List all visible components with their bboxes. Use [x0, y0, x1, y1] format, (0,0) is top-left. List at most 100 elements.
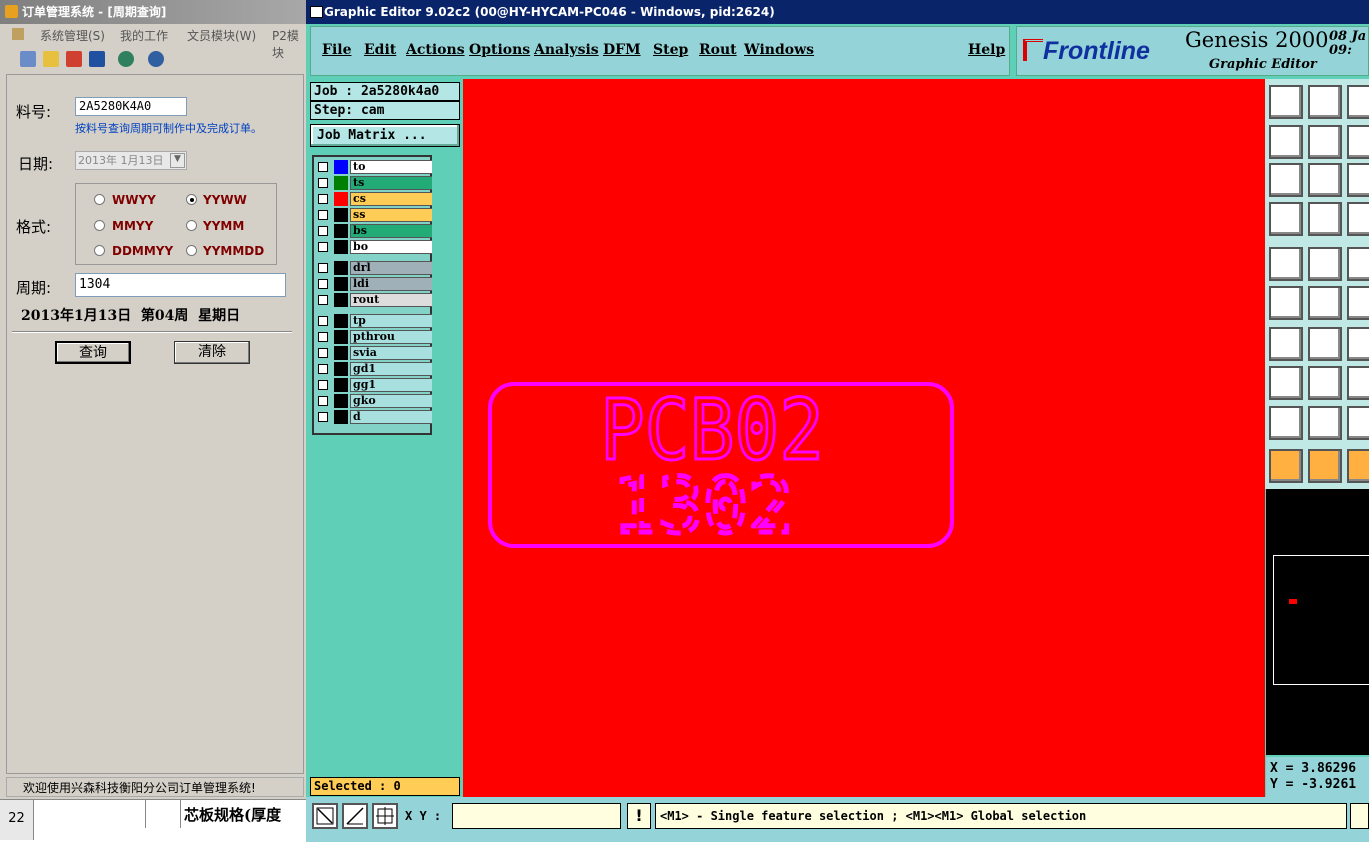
layer-name[interactable]: pthrou — [350, 330, 434, 344]
layer-name[interactable]: gd1 — [350, 362, 434, 376]
layer-name[interactable]: bs — [350, 224, 434, 238]
layer-row-drl[interactable]: drl — [316, 261, 434, 275]
layer-name[interactable]: drl — [350, 261, 434, 275]
layer-row-gko[interactable]: gko — [316, 394, 434, 408]
link-icon[interactable] — [1347, 286, 1369, 320]
layer-row-bo[interactable]: bo — [316, 240, 434, 254]
xy-input[interactable] — [452, 803, 621, 829]
measure-icon[interactable] — [342, 803, 368, 829]
menu-step[interactable]: Step — [653, 42, 688, 58]
job-matrix-button[interactable]: Job Matrix ... — [310, 124, 460, 147]
layer-checkbox[interactable] — [318, 380, 328, 390]
zoom-out-icon[interactable] — [1308, 125, 1342, 159]
arc-icon[interactable] — [1347, 327, 1369, 361]
menu-dfm[interactable]: DFM — [603, 42, 641, 58]
grid-snap-icon[interactable] — [372, 803, 398, 829]
layer-checkbox[interactable] — [318, 226, 328, 236]
layer-checkbox[interactable] — [318, 194, 328, 204]
pad-add-icon[interactable] — [1269, 366, 1303, 400]
layer-checkbox[interactable] — [318, 242, 328, 252]
menu-windows[interactable]: Windows — [744, 42, 814, 58]
graphic-canvas[interactable]: PCB02 1302 — [463, 79, 1265, 797]
diagonal-icon[interactable] — [1308, 327, 1342, 361]
cut-icon[interactable] — [1269, 202, 1303, 236]
overview-map[interactable] — [1266, 489, 1369, 755]
layer-row-ts[interactable]: ts — [316, 176, 434, 190]
folder-icon[interactable] — [43, 51, 59, 67]
layer-checkbox[interactable] — [318, 162, 328, 172]
layer-checkbox[interactable] — [318, 364, 328, 374]
layer-name[interactable]: ts — [350, 176, 434, 190]
export-icon[interactable] — [1347, 85, 1369, 119]
layer-checkbox[interactable] — [318, 210, 328, 220]
cross-icon[interactable] — [1308, 286, 1342, 320]
no-select-icon[interactable] — [1347, 449, 1369, 483]
radio-yymmdd[interactable] — [186, 245, 197, 256]
layer-name[interactable]: rout — [350, 293, 434, 307]
chevron-down-icon[interactable]: ▼ — [170, 153, 185, 168]
zoom-in-icon[interactable] — [1269, 125, 1303, 159]
select-icon[interactable] — [1269, 449, 1303, 483]
select-box-icon[interactable] — [1308, 449, 1342, 483]
layer-name[interactable]: to — [350, 160, 434, 174]
layer-row-ldi[interactable]: ldi — [316, 277, 434, 291]
clear-button[interactable]: 清除 — [174, 341, 250, 364]
grid-icon[interactable] — [1308, 202, 1342, 236]
layer-name[interactable]: ss — [350, 208, 434, 222]
query-button[interactable]: 查询 — [55, 341, 131, 364]
route-icon[interactable] — [1347, 202, 1369, 236]
zoom-window-icon[interactable] — [312, 803, 338, 829]
layer-checkbox[interactable] — [318, 263, 328, 273]
menu-system[interactable]: 系统管理(S) — [40, 27, 105, 44]
layer-checkbox[interactable] — [318, 396, 328, 406]
line-icon[interactable] — [1269, 327, 1303, 361]
layer-checkbox[interactable] — [318, 178, 328, 188]
layer-row-ss[interactable]: ss — [316, 208, 434, 222]
layer-row-rout[interactable]: rout — [316, 293, 434, 307]
fit-icon[interactable] — [1269, 163, 1303, 197]
layer-name[interactable]: bo — [350, 240, 434, 254]
layer-row-svia[interactable]: svia — [316, 346, 434, 360]
layer-row-gd1[interactable]: gd1 — [316, 362, 434, 376]
shape-icon[interactable] — [1308, 247, 1342, 281]
layer-row-cs[interactable]: cs — [316, 192, 434, 206]
menu-actions[interactable]: Actions — [406, 42, 465, 58]
alert-icon[interactable]: ! — [627, 803, 651, 829]
layer-row-tp[interactable]: tp — [316, 314, 434, 328]
radio-mmyy[interactable] — [94, 220, 105, 231]
layer-row-d[interactable]: d — [316, 410, 434, 424]
layer-name[interactable]: gko — [350, 394, 434, 408]
menu-help[interactable]: Help — [968, 42, 1005, 58]
net-icon[interactable] — [1269, 286, 1303, 320]
menu-clerk[interactable]: 文员模块(W) — [187, 27, 256, 44]
layer-checkbox[interactable] — [318, 295, 328, 305]
radio-yymm[interactable] — [186, 220, 197, 231]
layer-name[interactable]: svia — [350, 346, 434, 360]
layer-name[interactable]: d — [350, 410, 434, 424]
pan-icon[interactable] — [1308, 163, 1342, 197]
layer-name[interactable]: ldi — [350, 277, 434, 291]
menu-my-work[interactable]: 我的工作 — [120, 27, 168, 44]
sheet-cell[interactable] — [145, 800, 181, 828]
menu-edit[interactable]: Edit — [364, 42, 396, 58]
layer-row-gg1[interactable]: gg1 — [316, 378, 434, 392]
radio-ddmmyy[interactable] — [94, 245, 105, 256]
scale-icon[interactable] — [1347, 163, 1369, 197]
chart-icon[interactable] — [66, 51, 82, 67]
layer-name[interactable]: cs — [350, 192, 434, 206]
import-icon[interactable] — [1308, 85, 1342, 119]
pad-icon[interactable] — [1269, 247, 1303, 281]
layer-checkbox[interactable] — [318, 279, 328, 289]
layer-name[interactable]: tp — [350, 314, 434, 328]
layer-row-to[interactable]: to — [316, 160, 434, 174]
bar-icon[interactable] — [1308, 366, 1342, 400]
menu-rout[interactable]: Rout — [699, 42, 737, 58]
globe-icon[interactable] — [118, 51, 134, 67]
radio-yyww[interactable] — [186, 194, 197, 205]
menu-analysis[interactable]: Analysis — [534, 42, 599, 58]
triangle-icon[interactable] — [1269, 406, 1303, 440]
layer-checkbox[interactable] — [318, 412, 328, 422]
layer-name[interactable]: gg1 — [350, 378, 434, 392]
calendar-icon[interactable] — [20, 51, 36, 67]
save-icon[interactable] — [89, 51, 105, 67]
